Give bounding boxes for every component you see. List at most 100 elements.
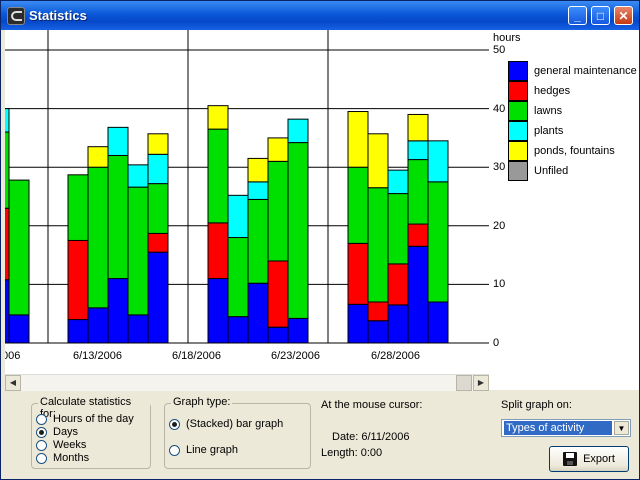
bar-segment[interactable] (247, 198, 269, 284)
bar-segment[interactable] (267, 326, 289, 344)
close-button[interactable]: ✕ (614, 6, 633, 25)
bar-segment[interactable] (127, 314, 149, 344)
bar-segment[interactable] (287, 317, 309, 344)
radio-button[interactable] (36, 439, 47, 451)
bar-segment[interactable] (267, 260, 289, 328)
bar-segment[interactable] (107, 126, 129, 156)
bar-segment[interactable] (347, 242, 369, 305)
statistics-window: Statistics _ □ ✕ 006 6/13/2006 6/18/2006 6/… (0, 0, 640, 480)
bar-segment[interactable] (107, 278, 129, 344)
horizontal-scrollbar[interactable]: ◀ ▶ (5, 374, 489, 391)
bar-segment[interactable] (67, 174, 89, 241)
axis-and-legend: hours 50 40 30 20 10 0 general maintenance hed… (489, 30, 639, 390)
radio-button[interactable] (36, 413, 47, 425)
bar-segment[interactable] (407, 113, 429, 142)
bar-segment[interactable] (247, 282, 269, 344)
radio-button[interactable] (36, 452, 47, 464)
scroll-right-button[interactable]: ▶ (473, 375, 489, 391)
legend-swatch (508, 81, 528, 101)
bar-segment[interactable] (107, 154, 129, 280)
export-button[interactable]: Export (549, 446, 629, 472)
bar-segment[interactable] (367, 301, 389, 322)
bar-segment[interactable] (367, 320, 389, 344)
bar-segment[interactable] (87, 146, 109, 168)
graph-type-option[interactable]: (Stacked) bar graph (169, 417, 283, 431)
legend-label: hedges (534, 85, 571, 97)
legend-item: Unfiled (508, 161, 568, 181)
chevron-down-icon[interactable]: ▼ (614, 421, 629, 435)
bar-segment[interactable] (87, 166, 109, 309)
calc-stats-option[interactable]: Hours of the day (36, 412, 134, 426)
bar-segment[interactable] (387, 263, 409, 306)
graph-type-option[interactable]: Line graph (169, 443, 238, 457)
chart-plot-area[interactable]: 006 6/13/2006 6/18/2006 6/23/2006 6/28/2006 (5, 30, 489, 374)
y-tick-label: 30 (493, 161, 506, 174)
bar-segment[interactable] (5, 108, 10, 133)
bar-segment[interactable] (247, 157, 269, 183)
bar-segment[interactable] (127, 164, 149, 188)
bar-segment[interactable] (427, 301, 449, 344)
radio-button[interactable] (169, 444, 180, 456)
bar-segment[interactable] (207, 128, 229, 224)
bar-segment[interactable] (347, 166, 369, 244)
bar-segment[interactable] (8, 179, 30, 316)
calc-stats-option-label: Months (53, 452, 90, 464)
bar-segment[interactable] (387, 169, 409, 195)
bar-segment[interactable] (227, 194, 249, 239)
bar-segment[interactable] (147, 133, 169, 155)
bar-segment[interactable] (387, 193, 409, 265)
bar-segment[interactable] (207, 222, 229, 280)
scroll-left-button[interactable]: ◀ (5, 375, 21, 391)
bar-segment[interactable] (407, 140, 429, 161)
bar-segment[interactable] (387, 304, 409, 344)
bar-segment[interactable] (347, 111, 369, 168)
calc-stats-option[interactable]: Weeks (36, 438, 86, 452)
bar-segment[interactable] (5, 207, 10, 281)
window-title: Statistics (29, 8, 87, 23)
bar-segment[interactable] (207, 105, 229, 130)
bar-segment[interactable] (67, 319, 89, 344)
maximize-button[interactable]: □ (591, 6, 610, 25)
cursor-length: Length: 0:00 (321, 447, 383, 459)
bar-segment[interactable] (147, 251, 169, 344)
split-select[interactable]: Types of activity ▼ (501, 419, 631, 437)
legend-item: ponds, fountains (508, 141, 615, 161)
legend-swatch (508, 101, 528, 121)
bar-segment[interactable] (147, 232, 169, 253)
bar-segment[interactable] (87, 307, 109, 344)
bar-segment[interactable] (207, 278, 229, 344)
bar-segment[interactable] (407, 159, 429, 225)
bar-segment[interactable] (347, 303, 369, 344)
bar-segment[interactable] (247, 181, 269, 200)
bar-segment[interactable] (367, 187, 389, 303)
bar-segment[interactable] (287, 118, 309, 144)
title-bar[interactable]: Statistics _ □ ✕ (1, 1, 639, 30)
bar-segment[interactable] (5, 131, 10, 209)
bar-segment[interactable] (67, 239, 89, 321)
bar-segment[interactable] (427, 181, 449, 303)
bar-segment[interactable] (5, 279, 10, 344)
bar-segment[interactable] (227, 316, 249, 344)
radio-button[interactable] (169, 418, 180, 430)
bar-segment[interactable] (407, 223, 429, 247)
bar-segment[interactable] (407, 245, 429, 344)
minimize-button[interactable]: _ (568, 6, 587, 25)
calc-stats-option[interactable]: Days (36, 425, 78, 439)
scroll-thumb[interactable] (456, 375, 472, 391)
bar-segment[interactable] (267, 160, 289, 262)
bar-segment[interactable] (227, 237, 249, 318)
calc-stats-group: Calculate statistics for: Hours of the d… (31, 396, 151, 469)
legend-swatch (508, 61, 528, 81)
bar-segment[interactable] (147, 183, 169, 234)
export-label: Export (583, 453, 615, 465)
radio-button[interactable] (36, 426, 47, 438)
calc-stats-option[interactable]: Months (36, 451, 89, 465)
bar-segment[interactable] (147, 153, 169, 185)
bar-segment[interactable] (8, 314, 30, 344)
bar-segment[interactable] (267, 137, 289, 162)
bar-segment[interactable] (127, 186, 149, 316)
legend-item: hedges (508, 81, 570, 101)
bar-segment[interactable] (427, 140, 449, 183)
bar-segment[interactable] (367, 133, 389, 189)
bar-segment[interactable] (287, 142, 309, 319)
